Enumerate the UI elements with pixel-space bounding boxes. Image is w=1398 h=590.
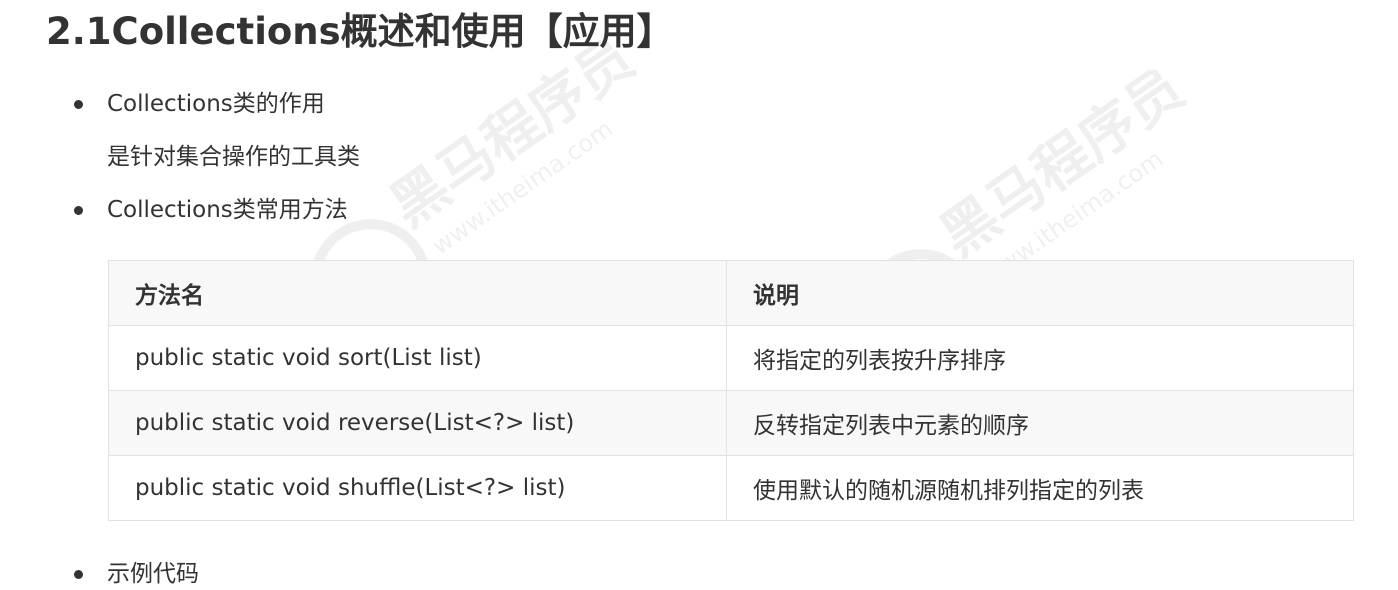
section-title: 2.1Collections概述和使用【应用】 xyxy=(46,10,674,53)
document-page: 黑马程序员 www.itheima.com 黑马程序员 www.itheima.… xyxy=(0,0,1398,587)
method-signature: public static void shuffle(List<?> list) xyxy=(108,455,727,521)
watermark-url-left: www.itheima.com xyxy=(427,115,618,261)
table-row: public static void shuffle(List<?> list)… xyxy=(108,455,1354,521)
bullet-item-methods: Collections类常用方法 xyxy=(0,194,1398,226)
method-signature: public static void reverse(List<?> list) xyxy=(108,390,727,456)
bullet-item-purpose: Collections类的作用 xyxy=(0,88,1398,120)
bullet-text: 示例代码 xyxy=(107,561,199,587)
bullet-dot-icon xyxy=(74,570,83,579)
table-row: public static void reverse(List<?> list)… xyxy=(108,390,1354,456)
method-description: 反转指定列表中元素的顺序 xyxy=(726,390,1354,456)
table-row: public static void sort(List list) 将指定的列… xyxy=(108,325,1354,391)
method-signature: public static void sort(List list) xyxy=(108,325,727,391)
method-description: 将指定的列表按升序排序 xyxy=(726,325,1354,391)
table-header-row: 方法名 说明 xyxy=(108,260,1354,326)
bullet-item-sample-code: 示例代码 xyxy=(0,558,1398,590)
bullet-dot-icon xyxy=(74,206,83,215)
bullet-dot-icon xyxy=(74,100,83,109)
header-method-name: 方法名 xyxy=(108,260,727,326)
header-description: 说明 xyxy=(726,260,1354,326)
bullet-text: Collections类常用方法 xyxy=(107,197,348,223)
bullet-description: 是针对集合操作的工具类 xyxy=(107,144,360,170)
bullet-text: Collections类的作用 xyxy=(107,91,325,117)
method-description: 使用默认的随机源随机排列指定的列表 xyxy=(726,455,1354,521)
methods-table: 方法名 说明 public static void sort(List list… xyxy=(108,260,1354,521)
